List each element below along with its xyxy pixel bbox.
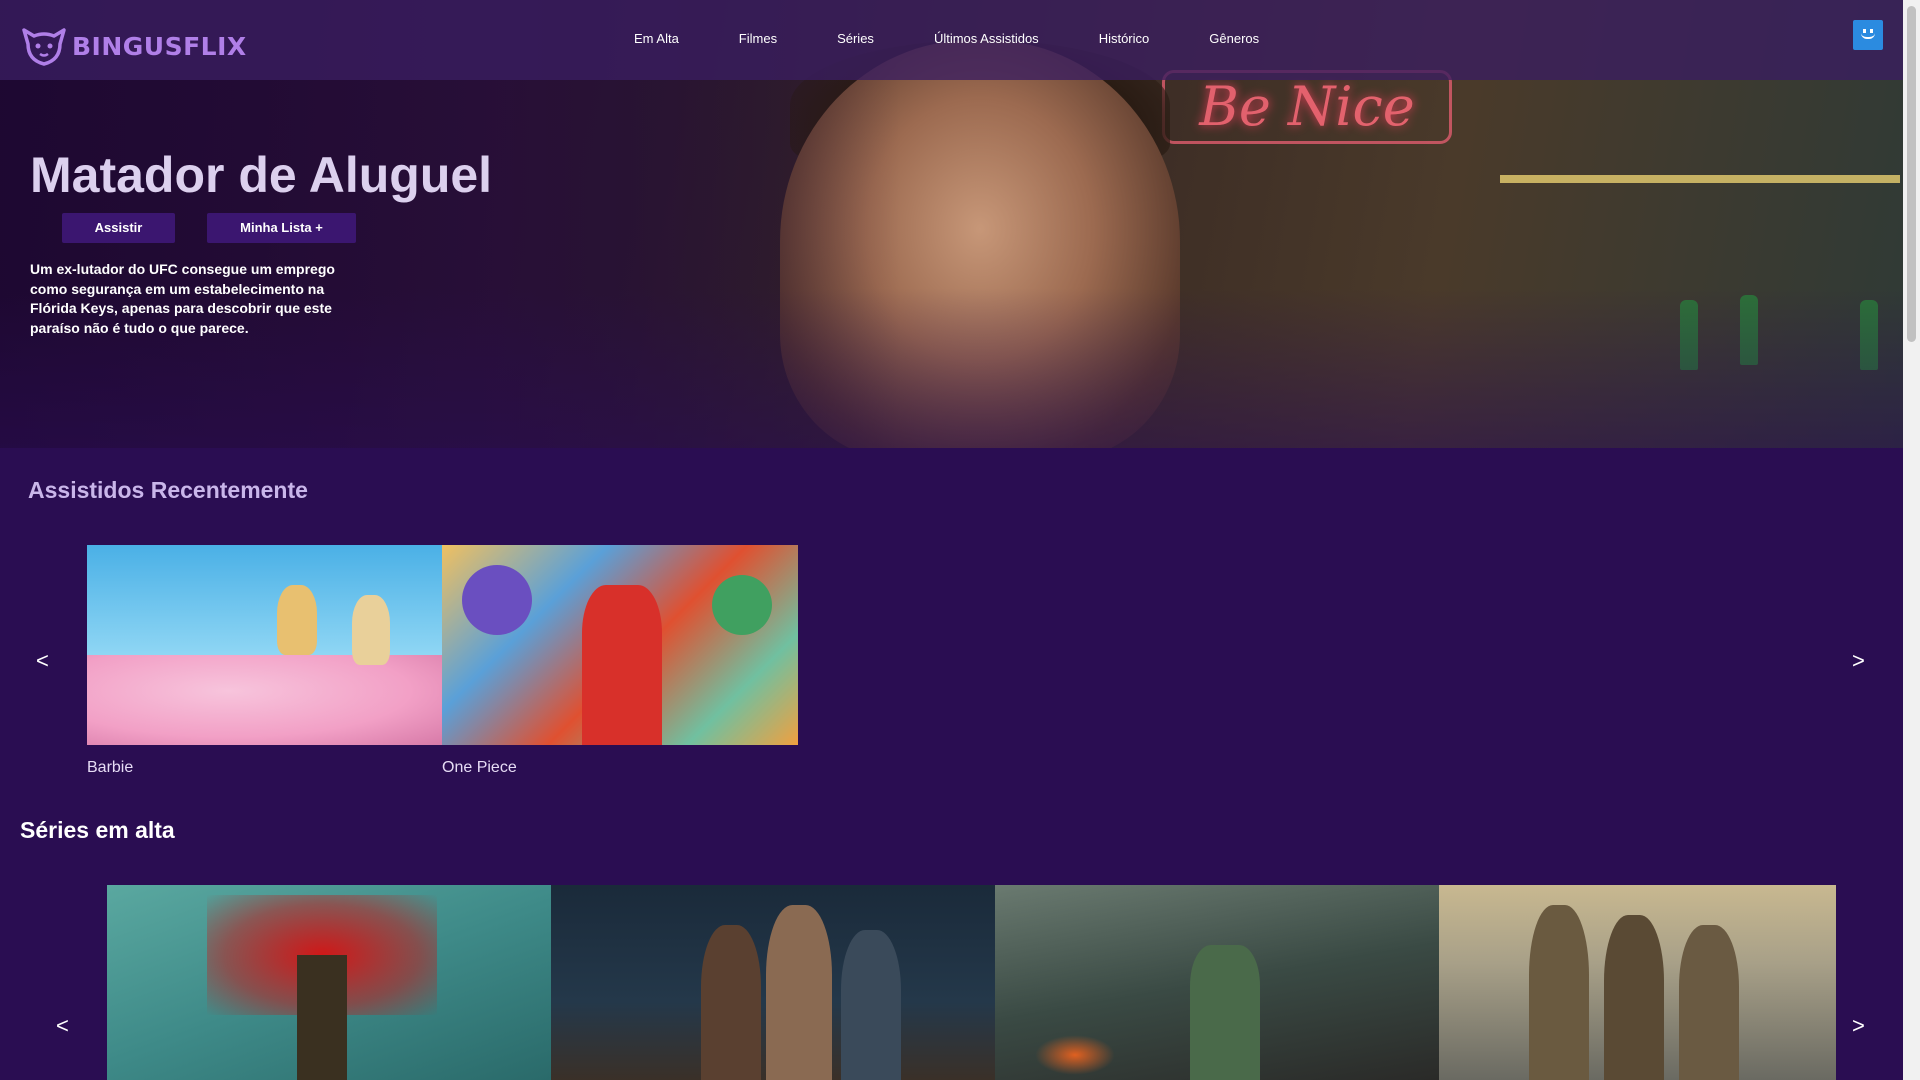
neon-sign: Be Nice [1162, 70, 1452, 144]
nav-series[interactable]: Séries [837, 31, 874, 46]
page-scrollbar[interactable] [1903, 0, 1920, 1080]
figure [1604, 915, 1664, 1080]
figure [701, 925, 761, 1080]
avatar-smile [1861, 33, 1875, 39]
fire-glow [1035, 1035, 1115, 1075]
hero-title: Matador de Aluguel [30, 147, 493, 203]
trending-next-arrow[interactable]: > [1852, 1013, 1865, 1039]
figure [352, 595, 390, 665]
trending-section-title: Séries em alta [20, 817, 175, 843]
nav-em-alta[interactable]: Em Alta [634, 31, 679, 46]
hero-description: Um ex-lutador do UFC consegue um emprego… [30, 261, 335, 336]
figure [712, 575, 772, 635]
my-list-button[interactable]: Minha Lista + [207, 213, 356, 243]
nav-generos[interactable]: Gêneros [1209, 31, 1259, 46]
recent-prev-arrow[interactable]: < [36, 648, 49, 674]
top-nav-bar: BINGUSFLIX Em Alta Filmes Séries Últimos… [0, 0, 1903, 80]
figure [841, 930, 901, 1080]
recent-section-title: Assistidos Recentemente [28, 477, 308, 503]
recent-next-arrow[interactable]: > [1852, 648, 1865, 674]
figure [277, 585, 317, 655]
nav-filmes[interactable]: Filmes [739, 31, 777, 46]
nav-historico[interactable]: Histórico [1099, 31, 1150, 46]
series-card[interactable] [107, 885, 551, 1080]
poster-title[interactable]: Barbie [87, 759, 133, 777]
poster-card[interactable] [87, 545, 442, 745]
logo-text: BINGUSFLIX [72, 31, 247, 61]
logo[interactable]: BINGUSFLIX [20, 26, 247, 66]
figure [462, 565, 532, 635]
shelf-light [1500, 175, 1900, 183]
nav-ultimos-assistidos[interactable]: Últimos Assistidos [934, 31, 1039, 46]
series-card[interactable] [551, 885, 995, 1080]
series-card[interactable] [995, 885, 1439, 1080]
figure [582, 585, 662, 745]
avatar[interactable] [1853, 20, 1883, 50]
figure [1529, 905, 1589, 1080]
main-nav: Em Alta Filmes Séries Últimos Assistidos… [634, 31, 1319, 46]
figure [1190, 945, 1260, 1080]
figure [297, 955, 347, 1080]
play-button[interactable]: Assistir [62, 213, 175, 243]
poster-card[interactable] [442, 545, 798, 745]
figure [766, 905, 832, 1080]
figure [1679, 925, 1739, 1080]
pink-car [87, 655, 442, 745]
cat-logo-icon [22, 28, 66, 66]
trending-prev-arrow[interactable]: < [56, 1013, 69, 1039]
series-card[interactable] [1439, 885, 1836, 1080]
scrollbar-thumb[interactable] [1907, 6, 1916, 342]
poster-title[interactable]: One Piece [442, 759, 517, 777]
